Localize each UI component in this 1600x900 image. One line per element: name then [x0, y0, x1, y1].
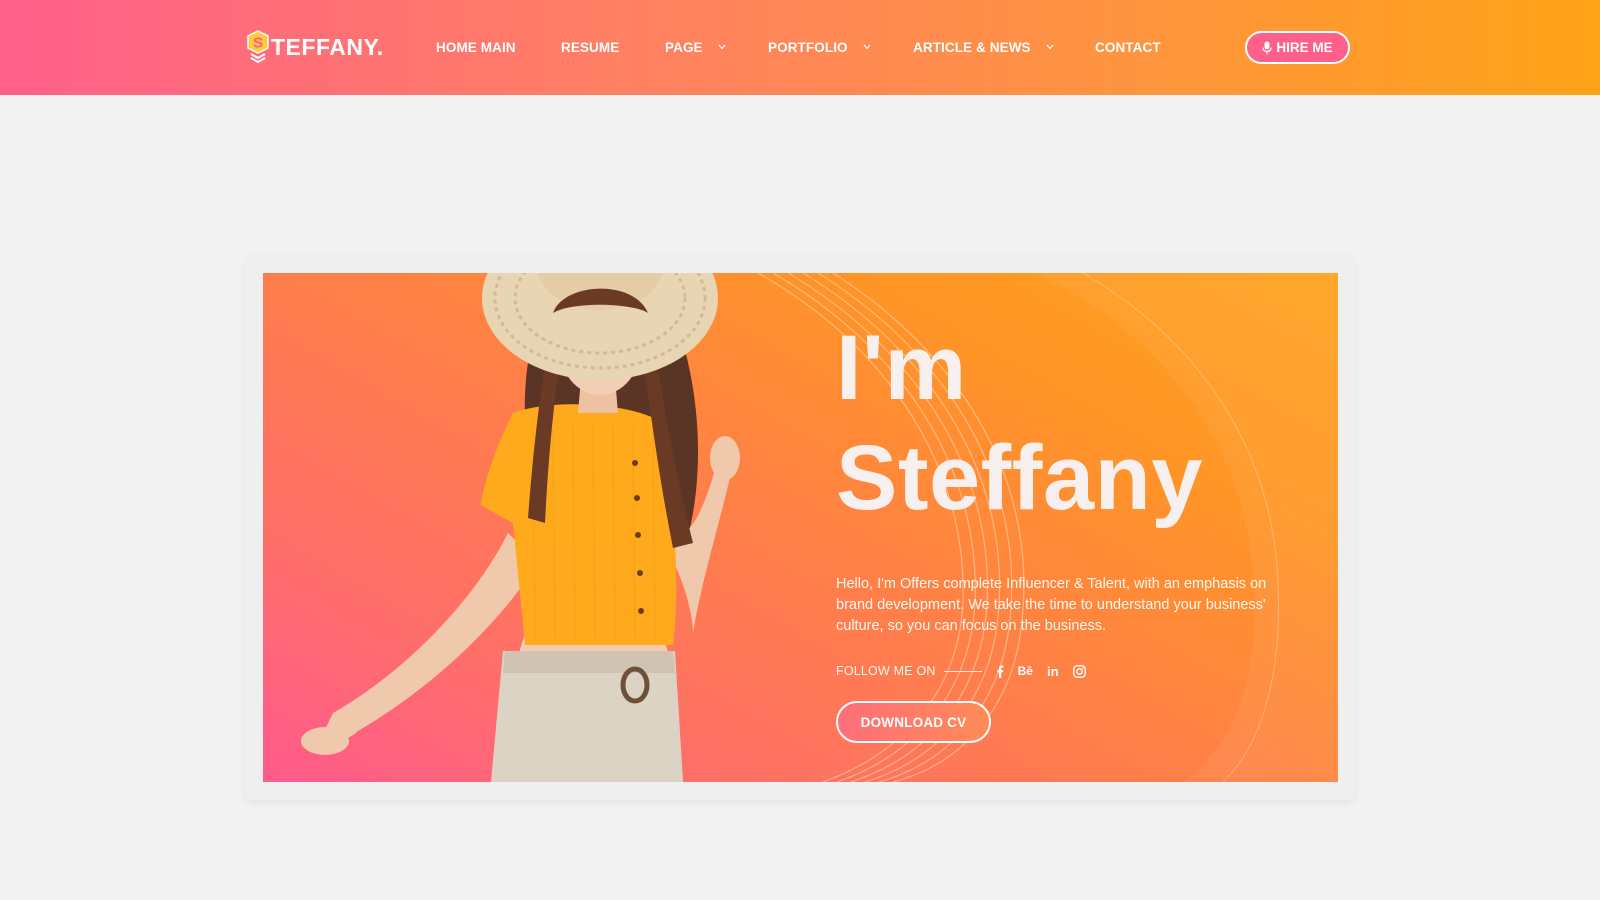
- instagram-icon[interactable]: [1072, 664, 1086, 678]
- hire-me-label: HIRE ME: [1276, 40, 1333, 55]
- hero-description: Hello, I'm Offers complete Influencer & …: [836, 576, 1267, 634]
- download-cv-label: DOWNLOAD CV: [860, 714, 967, 730]
- site-logo[interactable]: S TEFFANY.: [247, 29, 384, 65]
- nav-item-home-main[interactable]: HOME MAIN: [436, 38, 516, 56]
- nav-item-contact[interactable]: CONTACT: [1095, 38, 1161, 56]
- behance-icon[interactable]: Bē: [1018, 664, 1033, 678]
- nav-item-portfolio[interactable]: PORTFOLIO: [768, 38, 871, 56]
- follow-me-label: FOLLOW ME ON: [836, 664, 936, 678]
- nav-item-article-news[interactable]: ARTICLE & NEWS: [913, 38, 1054, 56]
- svg-text:S: S: [253, 35, 263, 52]
- nav-label: RESUME: [561, 39, 620, 55]
- facebook-icon[interactable]: [996, 665, 1004, 678]
- chevron-down-icon: [1046, 44, 1054, 50]
- download-cv-button[interactable]: DOWNLOAD CV: [836, 701, 991, 743]
- chevron-down-icon: [718, 44, 726, 50]
- logo-mark-icon: S: [247, 30, 269, 64]
- logo-text: TEFFANY.: [271, 33, 384, 60]
- follow-divider: [943, 670, 982, 672]
- top-navigation-bar: S TEFFANY. HOME MAIN RESUME PAGE PORTFOL…: [0, 0, 1600, 95]
- hero-title-line-2: Steffany: [836, 427, 1203, 529]
- follow-me-row: FOLLOW ME ON Bē in: [836, 663, 1100, 679]
- microphone-icon: [1262, 41, 1272, 54]
- nav-label: HOME MAIN: [436, 39, 516, 55]
- nav-label: CONTACT: [1095, 39, 1161, 55]
- hire-me-button[interactable]: HIRE ME: [1245, 31, 1350, 64]
- nav-item-page[interactable]: PAGE: [665, 38, 726, 56]
- linkedin-icon[interactable]: in: [1047, 664, 1059, 679]
- chevron-down-icon: [863, 44, 871, 50]
- nav-label: PORTFOLIO: [768, 39, 848, 55]
- nav-label: PAGE: [665, 39, 703, 55]
- nav-label: ARTICLE & NEWS: [913, 39, 1031, 55]
- hero-title-line-1: I'm: [836, 317, 967, 419]
- nav-item-resume[interactable]: RESUME: [561, 38, 619, 56]
